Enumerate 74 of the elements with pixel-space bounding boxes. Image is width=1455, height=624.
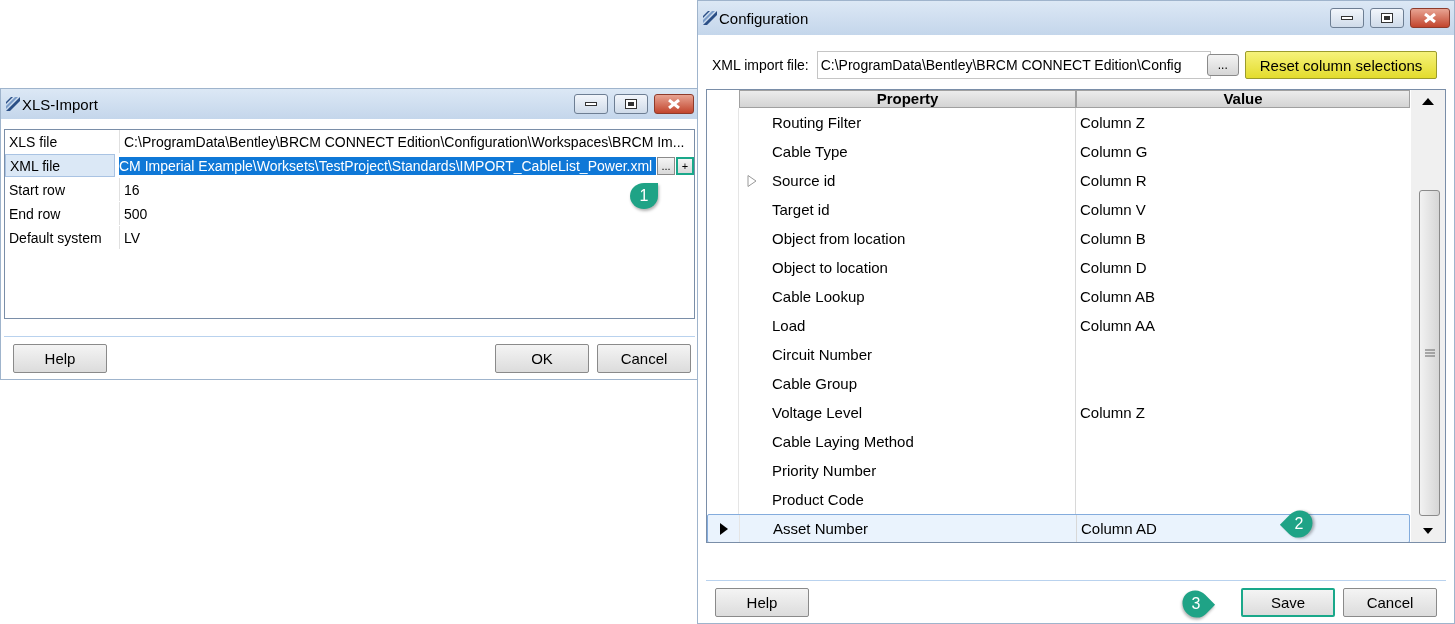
dialog-button[interactable]: Help	[13, 344, 107, 373]
scrollbar[interactable]	[1410, 90, 1445, 542]
callout-badge: 1	[626, 180, 662, 212]
property-label[interactable]: XLS file	[5, 130, 120, 153]
value-text[interactable]: Column R	[1080, 172, 1147, 189]
expand-icon[interactable]	[747, 174, 757, 187]
reset-button[interactable]: Reset column selections	[1244, 51, 1438, 79]
dialog-button[interactable]: Cancel	[597, 344, 691, 373]
property-label[interactable]: Start row	[5, 178, 120, 201]
app-icon	[5, 96, 21, 112]
minimize-icon	[1341, 15, 1353, 21]
callout-badge: 3	[1178, 588, 1214, 620]
close-icon	[668, 99, 680, 109]
property-name: Cable Group	[772, 375, 858, 392]
minimize-button[interactable]	[1330, 8, 1364, 28]
value-text[interactable]: Column AD	[1081, 520, 1157, 537]
value-text[interactable]: Column AB	[1080, 288, 1156, 305]
minimize-button[interactable]	[574, 94, 608, 114]
property-label[interactable]: Default system	[5, 226, 120, 249]
property-name: Load	[772, 317, 806, 334]
property-value[interactable]: CM Imperial Example\Worksets\TestProject\Standards\IMPORT_CableList_Power.xml	[119, 156, 656, 175]
property-name: Cable Laying Method	[772, 433, 914, 450]
row-pointer-icon	[719, 522, 728, 535]
field-label: XML import file:	[711, 57, 809, 73]
maximize-button[interactable]	[614, 94, 648, 114]
property-button[interactable]: ...	[657, 156, 675, 175]
dialog-button[interactable]: Help	[715, 588, 809, 617]
property-name: Source id	[772, 172, 836, 189]
property-name: Circuit Number	[772, 346, 873, 363]
property-name: Product Code	[772, 491, 864, 508]
scroll-thumb[interactable]	[1419, 190, 1440, 516]
input-field[interactable]: C:\ProgramData\Bentley\BRCM CONNECT Edition\Config	[816, 51, 1211, 79]
property-name: Asset Number	[773, 520, 869, 537]
property-value[interactable]: LV	[124, 229, 141, 246]
property-name: Routing Filter	[772, 114, 862, 131]
property-name: Priority Number	[772, 462, 877, 479]
value-text[interactable]: Column G	[1080, 143, 1148, 160]
dialog-button[interactable]: OK	[495, 344, 589, 373]
value-text[interactable]: Column B	[1080, 230, 1146, 247]
maximize-icon	[625, 99, 637, 109]
close-button[interactable]	[1410, 8, 1450, 28]
value-text[interactable]: Column Z	[1080, 114, 1146, 131]
property-name: Object from location	[772, 230, 906, 247]
property-name: Cable Type	[772, 143, 848, 160]
window-title: Configuration	[719, 9, 810, 27]
scroll-up-icon	[1422, 97, 1434, 105]
property-button[interactable]: +	[676, 156, 694, 175]
dialog-button[interactable]: Save	[1241, 588, 1335, 617]
dialog-button[interactable]: Cancel	[1343, 588, 1437, 617]
property-label[interactable]: End row	[5, 202, 120, 225]
maximize-icon	[1381, 13, 1393, 23]
property-value[interactable]: 16	[124, 181, 140, 198]
property-name: Cable Lookup	[772, 288, 865, 305]
property-name: Object to location	[772, 259, 888, 276]
value-text[interactable]: Column D	[1080, 259, 1147, 276]
property-value[interactable]: C:\ProgramData\Bentley\BRCM CONNECT Edition\Configuration\Workspaces\BRCM Im...	[124, 133, 685, 150]
app-icon	[702, 10, 718, 26]
value-text[interactable]: Column V	[1080, 201, 1146, 218]
property-value[interactable]: 500	[124, 205, 148, 222]
close-button[interactable]	[654, 94, 694, 114]
scroll-down-icon	[1423, 528, 1433, 534]
close-icon	[1424, 13, 1436, 23]
column-header[interactable]: Value	[1076, 90, 1410, 108]
property-label[interactable]: XML file	[5, 154, 115, 177]
property-name: Target id	[772, 201, 830, 218]
column-header[interactable]: Property	[739, 90, 1076, 108]
value-text[interactable]: Column AA	[1080, 317, 1156, 334]
window-title: XLS-Import	[22, 95, 99, 113]
maximize-button[interactable]	[1370, 8, 1404, 28]
property-name: Voltage Level	[772, 404, 863, 421]
browse-button[interactable]: ...	[1206, 54, 1239, 76]
value-text[interactable]: Column Z	[1080, 404, 1146, 421]
minimize-icon	[585, 101, 597, 107]
grip-icon	[1424, 349, 1435, 357]
